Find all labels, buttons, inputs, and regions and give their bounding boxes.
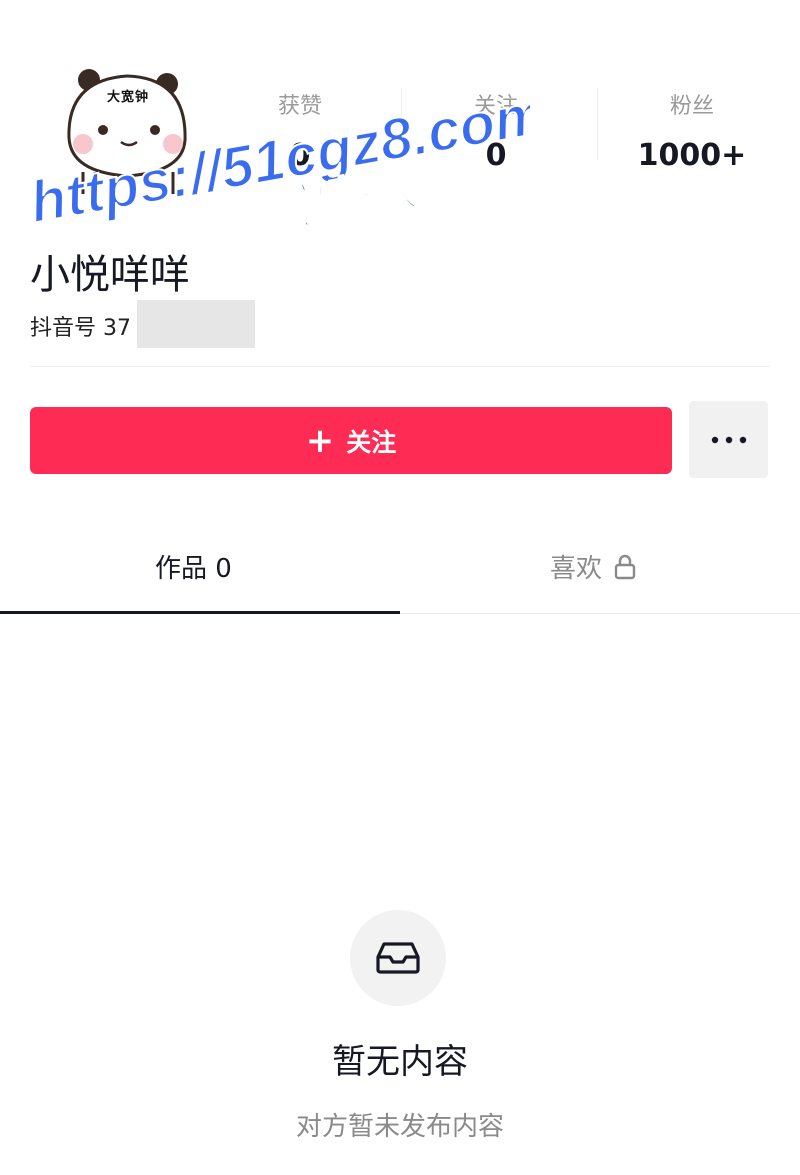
empty-state-subtitle: 对方暂未发布内容	[295, 1112, 504, 1142]
nickname: 小悦咩咩	[30, 252, 190, 298]
empty-state-icon-wrap	[350, 910, 446, 1006]
tab-likes[interactable]: 喜欢	[550, 548, 636, 585]
follow-button-label: 关注	[346, 427, 397, 457]
stat-label: 粉丝	[669, 94, 714, 119]
id-redaction-mask	[137, 300, 255, 348]
profile-stats: 获赞 0 关注 0 粉丝 1000+	[205, 88, 795, 178]
lock-icon	[614, 554, 636, 579]
tab-works[interactable]: 作品 0	[155, 548, 232, 585]
stat-value: 0	[485, 138, 507, 173]
stat-value: 0	[289, 138, 311, 173]
active-tab-indicator	[0, 611, 400, 614]
stat-label: 获赞	[277, 94, 322, 119]
stat-followers[interactable]: 粉丝 1000+	[597, 88, 787, 173]
avatar-caption: 大宽钟	[107, 90, 150, 105]
stat-label: 关注	[473, 94, 518, 119]
more-button[interactable]	[689, 401, 768, 478]
more-dots-icon	[711, 436, 746, 443]
follow-button[interactable]: + 关注	[30, 407, 672, 474]
plus-icon: +	[305, 420, 335, 461]
stat-value: 1000+	[637, 138, 747, 173]
stat-following[interactable]: 关注 0	[401, 88, 591, 173]
inbox-icon	[376, 942, 420, 974]
stat-likes-received[interactable]: 获赞 0	[205, 88, 395, 173]
empty-state-title: 暂无内容	[332, 1042, 468, 1082]
tab-likes-label: 喜欢	[550, 554, 603, 584]
avatar[interactable]: 大宽钟	[55, 68, 195, 196]
section-divider	[30, 366, 770, 367]
